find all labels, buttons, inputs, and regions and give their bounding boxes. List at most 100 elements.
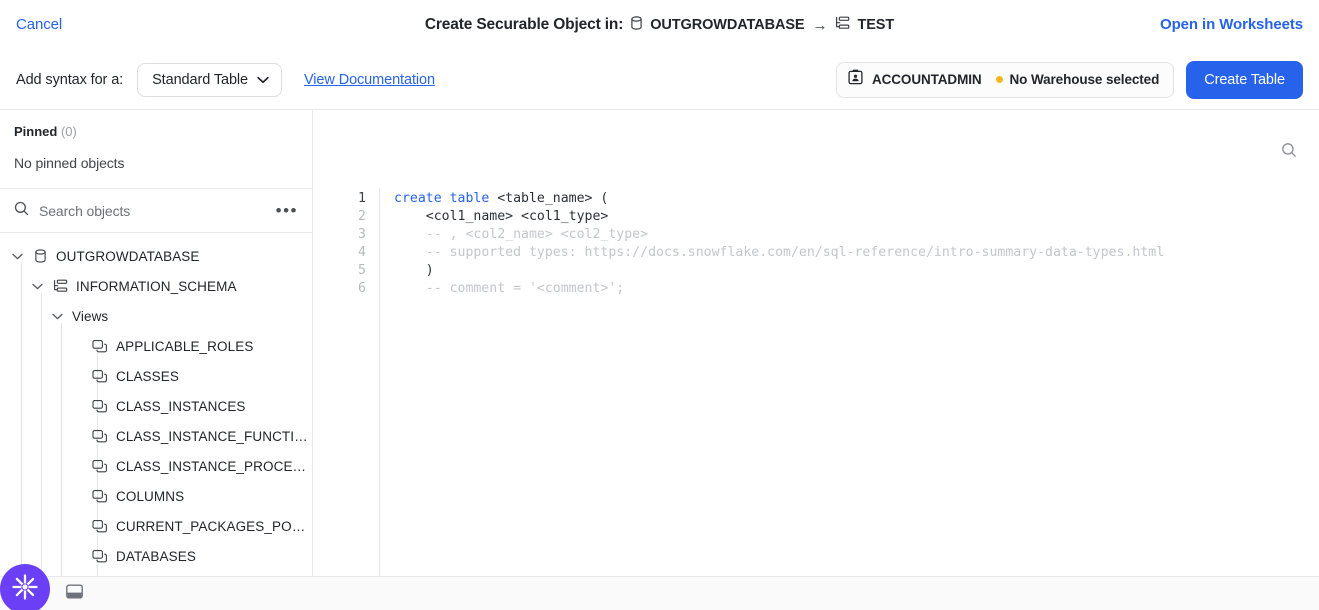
tree-item[interactable]: CLASSES [0, 361, 312, 391]
view-icon [92, 429, 108, 444]
tree-item[interactable]: Views [0, 301, 312, 331]
code-token: ) [394, 263, 434, 278]
object-tree: OUTGROWDATABASE INFORMATION_SCHEMA Views AP… [0, 233, 312, 576]
breadcrumb-database[interactable]: OUTGROWDATABASE [630, 16, 804, 34]
search-icon [14, 201, 29, 221]
code-area[interactable]: 123456 create table <table_name> ( <col1… [313, 188, 1319, 576]
create-table-button[interactable]: Create Table [1186, 61, 1303, 99]
code-content[interactable]: create table <table_name> ( <col1_name> … [380, 188, 1319, 576]
bottom-bar [0, 576, 1319, 610]
panel-layout-icon[interactable] [66, 584, 83, 604]
pinned-count: (0) [61, 124, 77, 139]
tree-item-label: CLASS_INSTANCES [116, 399, 246, 414]
code-line: -- comment = '<comment>'; [394, 280, 1319, 298]
search-objects-row[interactable]: Search objects ••• [0, 189, 312, 233]
view-icon [92, 459, 108, 474]
object-type-value: Standard Table [152, 72, 248, 88]
toolbar-right: ACCOUNTADMIN No Warehouse selected Creat… [836, 61, 1303, 99]
line-number-gutter: 123456 [313, 188, 380, 576]
snowflake-assistant-badge[interactable] [0, 564, 50, 610]
tree-item[interactable]: COLUMNS [0, 481, 312, 511]
view-icon [92, 369, 108, 384]
code-line: ) [394, 262, 1319, 280]
code-line: -- , <col2_name> <col2_type> [394, 226, 1319, 244]
syntax-label: Add syntax for a: [16, 72, 123, 88]
editor-search-icon[interactable] [1281, 142, 1297, 163]
tree-item-label: Views [72, 309, 108, 324]
code-line: -- supported types: https://docs.snowfla… [394, 244, 1319, 262]
view-documentation-link[interactable]: View Documentation [304, 72, 435, 88]
top-header: Cancel Create Securable Object in: OUTGR… [0, 0, 1319, 50]
breadcrumb-arrow: → [812, 17, 827, 34]
tree-item[interactable]: APPLICABLE_ROLES [0, 331, 312, 361]
warehouse-value: No Warehouse selected [1010, 72, 1160, 87]
tree-item-label: CURRENT_PACKAGES_POLI… [116, 519, 312, 534]
view-icon [92, 549, 108, 564]
body: Pinned (0) No pinned objects Search obje… [0, 110, 1319, 576]
status-dot-icon [996, 76, 1003, 83]
role-value: ACCOUNTADMIN [872, 72, 982, 87]
role-badge-icon [848, 69, 863, 90]
more-options-icon[interactable]: ••• [276, 206, 298, 216]
chevron-down-icon[interactable] [10, 253, 24, 260]
context-pill[interactable]: ACCOUNTADMIN No Warehouse selected [836, 62, 1174, 98]
code-token: -- comment = '<comment>'; [394, 281, 624, 296]
tree-item[interactable]: CLASS_INSTANCE_FUNCTI… [0, 421, 312, 451]
line-number: 4 [313, 244, 366, 262]
line-number: 5 [313, 262, 366, 280]
tree-item[interactable]: CURRENT_PACKAGES_POLI… [0, 511, 312, 541]
tree-item-label: OUTGROWDATABASE [56, 249, 200, 264]
schema-name: TEST [857, 17, 894, 33]
line-number: 1 [313, 190, 366, 208]
object-type-select[interactable]: Standard Table [137, 63, 282, 97]
code-line: <col1_name> <col1_type> [394, 208, 1319, 226]
snowflake-icon [10, 572, 40, 607]
line-number: 2 [313, 208, 366, 226]
tree-item-label: APPLICABLE_ROLES [116, 339, 253, 354]
tree-item[interactable]: OUTGROWDATABASE [0, 241, 312, 271]
database-name: OUTGROWDATABASE [650, 17, 804, 33]
pinned-empty-message: No pinned objects [0, 139, 312, 189]
view-icon [92, 519, 108, 534]
cancel-button[interactable]: Cancel [16, 16, 62, 33]
chevron-down-icon[interactable] [30, 283, 44, 290]
schema-icon [52, 279, 68, 293]
tree-item-label: CLASS_INSTANCE_PROCE… [116, 459, 306, 474]
pinned-header: Pinned (0) [0, 110, 312, 139]
tree-item[interactable]: DATABASES [0, 541, 312, 571]
tree-item[interactable]: INFORMATION_SCHEMA [0, 271, 312, 301]
code-token: <table_name> ( [489, 191, 608, 206]
warehouse-status: No Warehouse selected [996, 72, 1160, 87]
database-icon [630, 16, 643, 34]
search-input[interactable]: Search objects [39, 203, 266, 219]
tree-item[interactable]: CLASS_INSTANCE_PROCE… [0, 451, 312, 481]
tree-item-label: CLASS_INSTANCE_FUNCTI… [116, 429, 308, 444]
breadcrumb-schema[interactable]: TEST [835, 16, 894, 34]
header-left: Cancel [16, 16, 62, 34]
code-token: create table [394, 191, 489, 206]
schema-icon [835, 16, 850, 34]
sql-editor[interactable]: 123456 create table <table_name> ( <col1… [313, 110, 1319, 576]
header-right: Open in Worksheets [1160, 16, 1303, 34]
tree-item-label: COLUMNS [116, 489, 184, 504]
code-token: -- , <col2_name> <col2_type> [394, 227, 648, 242]
database-icon [32, 249, 48, 263]
chevron-down-icon [257, 72, 269, 88]
open-in-worksheets-button[interactable]: Open in Worksheets [1160, 16, 1303, 33]
line-number: 3 [313, 226, 366, 244]
line-number: 6 [313, 280, 366, 298]
code-line: create table <table_name> ( [394, 190, 1319, 208]
tree-item-label: INFORMATION_SCHEMA [76, 279, 237, 294]
header-title-group: Create Securable Object in: OUTGROWDATAB… [0, 16, 1319, 34]
app-root: Cancel Create Securable Object in: OUTGR… [0, 0, 1319, 610]
chevron-down-icon[interactable] [50, 313, 64, 320]
view-icon [92, 339, 108, 354]
view-icon [92, 399, 108, 414]
code-token: -- supported types: https://docs.snowfla… [394, 245, 1164, 260]
view-icon [92, 489, 108, 504]
page-title: Create Securable Object in: [425, 16, 623, 34]
tree-item[interactable]: CLASS_INSTANCES [0, 391, 312, 421]
code-token: <col1_name> <col1_type> [394, 209, 608, 224]
toolbar: Add syntax for a: Standard Table View Do… [0, 50, 1319, 110]
tree-item-label: DATABASES [116, 549, 196, 564]
